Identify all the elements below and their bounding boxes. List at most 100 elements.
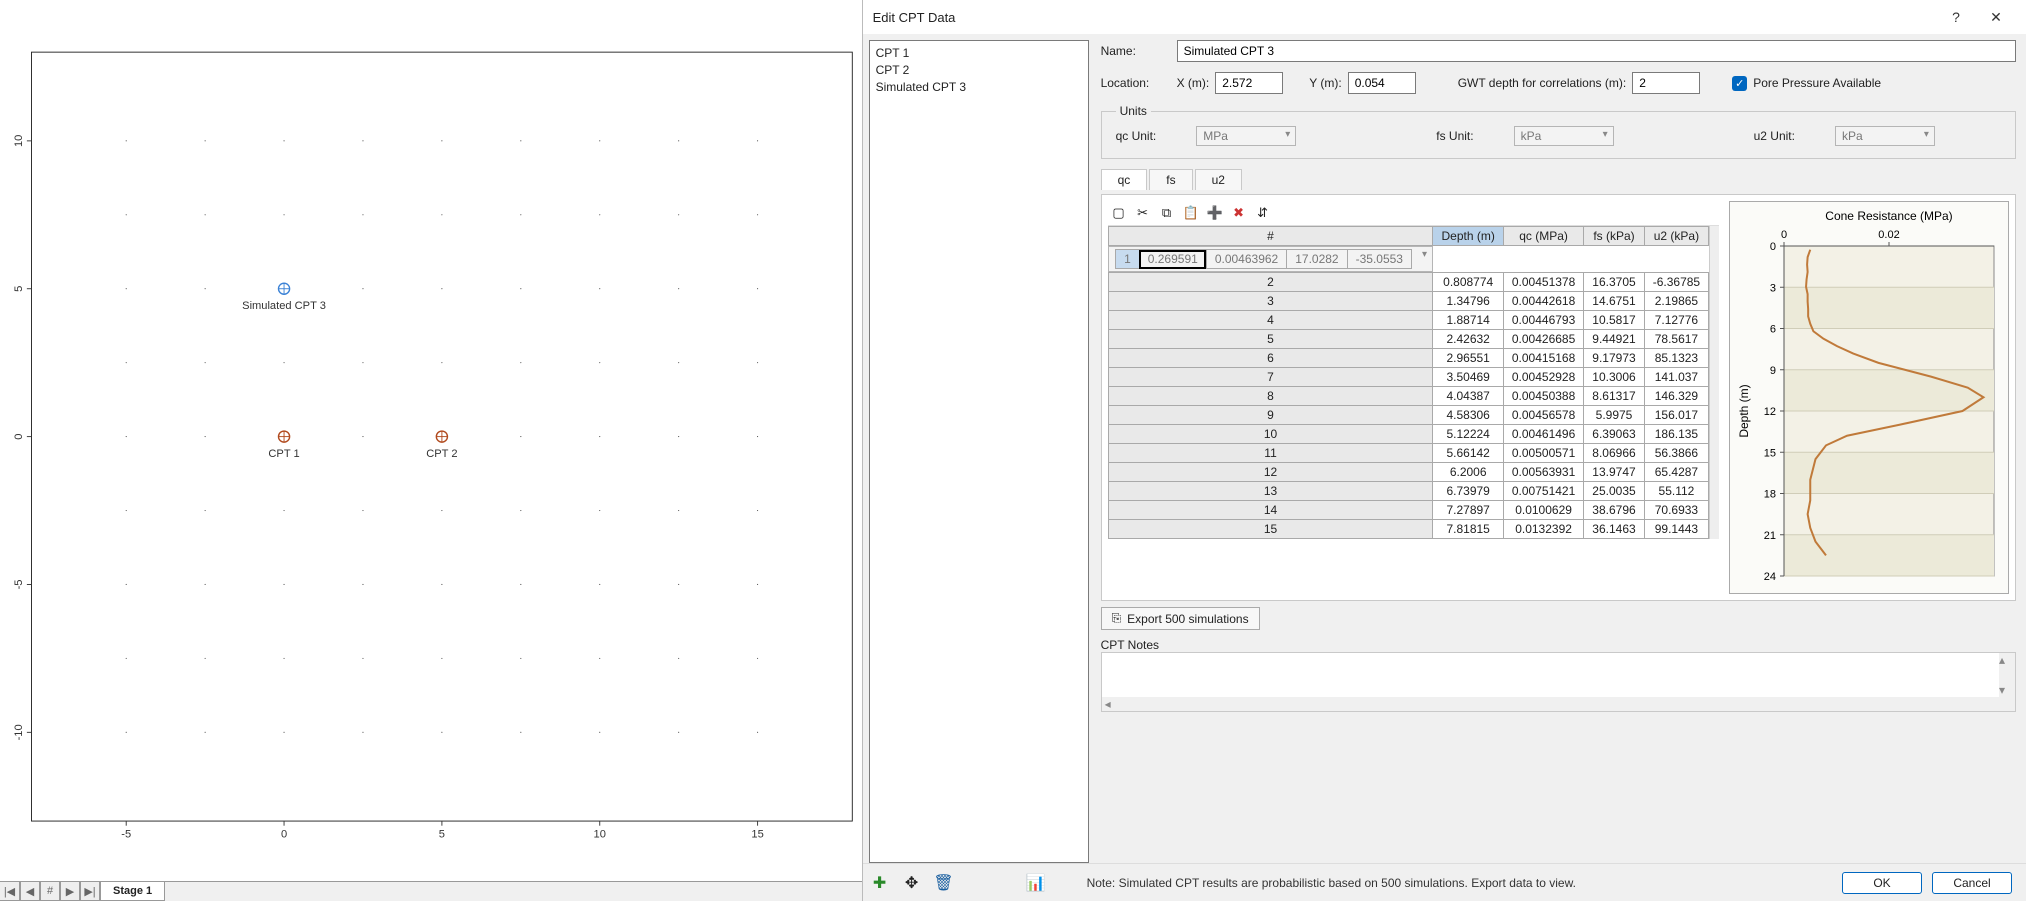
svg-text:0: 0 — [1781, 229, 1787, 241]
cancel-button[interactable]: Cancel — [1932, 872, 2012, 894]
tab-fs[interactable]: fs — [1149, 169, 1192, 190]
x-label: X (m): — [1177, 76, 1210, 90]
chart-icon[interactable]: 📊 — [1025, 873, 1047, 893]
stage-prev-button[interactable]: ◀ — [20, 882, 40, 901]
svg-text:0.02: 0.02 — [1878, 229, 1899, 241]
svg-text:24: 24 — [1764, 571, 1776, 583]
table-row[interactable]: 62.965510.004151689.1797385.1323 — [1108, 349, 1709, 368]
tab-u2[interactable]: u2 — [1195, 169, 1242, 190]
table-row[interactable]: 115.661420.005005718.0696656.3866 — [1108, 444, 1709, 463]
table-row[interactable]: 157.818150.013239236.146399.1443 — [1108, 520, 1709, 539]
dialog-footer: ✚ ✥ 🗑 📊 Note: Simulated CPT results are … — [863, 863, 2026, 901]
copy-icon[interactable]: ⧉ — [1158, 204, 1176, 222]
units-group: Units qc Unit: MPa fs Unit: kPa u2 Unit:… — [1101, 104, 2016, 159]
fs-unit-select[interactable]: kPa — [1514, 126, 1614, 146]
cpt-list[interactable]: CPT 1CPT 2Simulated CPT 3 — [869, 40, 1089, 863]
cut-icon[interactable]: ✂ — [1134, 204, 1152, 222]
stage-first-button[interactable]: |◀ — [0, 882, 20, 901]
edit-cpt-dialog: Edit CPT Data ? ✕ CPT 1CPT 2Simulated CP… — [863, 0, 2026, 901]
cpt-list-item[interactable]: CPT 2 — [876, 62, 1082, 79]
x-input[interactable] — [1215, 72, 1283, 94]
cpt-list-item[interactable]: Simulated CPT 3 — [876, 79, 1082, 96]
help-button[interactable]: ? — [1936, 3, 1976, 31]
stage-tab-1[interactable]: Stage 1 — [100, 882, 165, 901]
table-row[interactable]: 136.739790.0075142125.003555.112 — [1108, 482, 1709, 501]
cone-resistance-chart: 0369121518212400.02Cone Resistance (MPa)… — [1729, 201, 2009, 594]
svg-text:-10: -10 — [13, 724, 25, 740]
table-row[interactable]: 52.426320.004266859.4492178.5617 — [1108, 330, 1709, 349]
export-label: Export 500 simulations — [1127, 612, 1248, 626]
table-row[interactable]: 84.043870.004503888.61317146.329 — [1108, 387, 1709, 406]
export-simulations-button[interactable]: ⎘ Export 500 simulations — [1101, 607, 1260, 630]
table-row[interactable]: 10.2695910.0046396217.0282-35.0553 — [1108, 246, 1433, 272]
units-legend: Units — [1116, 104, 1151, 118]
table-row[interactable]: 20.8087740.0045137816.3705-6.36785 — [1108, 273, 1709, 292]
qc-unit-label: qc Unit: — [1116, 129, 1157, 143]
svg-text:0: 0 — [1770, 241, 1776, 253]
select-icon[interactable]: ▢ — [1110, 204, 1128, 222]
table-row[interactable]: 105.122240.004614966.39063186.135 — [1108, 425, 1709, 444]
cpt-list-item[interactable]: CPT 1 — [876, 45, 1082, 62]
svg-text:CPT 2: CPT 2 — [426, 448, 457, 460]
svg-text:Simulated CPT 3: Simulated CPT 3 — [242, 300, 326, 312]
paste-icon[interactable]: 📋 — [1182, 204, 1200, 222]
y-label: Y (m): — [1309, 76, 1341, 90]
svg-text:-5: -5 — [121, 829, 131, 841]
plan-view-pane: -5051015-10-50510CPT 1CPT 2Simulated CPT… — [0, 0, 863, 901]
svg-text:9: 9 — [1770, 365, 1776, 377]
delete-row-icon[interactable]: ✖ — [1230, 204, 1248, 222]
svg-text:10: 10 — [594, 829, 606, 841]
svg-text:15: 15 — [1764, 447, 1776, 459]
gwt-label: GWT depth for correlations (m): — [1458, 76, 1627, 90]
dialog-title: Edit CPT Data — [873, 10, 956, 25]
svg-text:10: 10 — [13, 135, 25, 147]
move-cpt-icon[interactable]: ✥ — [901, 873, 923, 893]
delete-cpt-icon[interactable]: 🗑 — [933, 873, 955, 893]
svg-text:6: 6 — [1770, 324, 1776, 336]
insert-row-icon[interactable]: ➕ — [1206, 204, 1224, 222]
grid-toolbar: ▢ ✂ ⧉ 📋 ➕ ✖ ⇵ — [1108, 201, 1719, 226]
stage-tab-bar: |◀ ◀ # ▶ ▶| Stage 1 — [0, 881, 862, 901]
table-row[interactable]: 147.278970.010062938.679670.6933 — [1108, 501, 1709, 520]
table-row[interactable]: 73.504690.0045292810.3006141.037 — [1108, 368, 1709, 387]
gwt-input[interactable] — [1632, 72, 1700, 94]
pore-pressure-label: Pore Pressure Available — [1753, 76, 1881, 90]
close-button[interactable]: ✕ — [1976, 3, 2016, 31]
svg-text:5: 5 — [439, 829, 445, 841]
export-icon: ⎘ — [1112, 611, 1122, 626]
cpt-notes-label: CPT Notes — [1101, 638, 2016, 652]
table-row[interactable]: 126.20060.0056393113.974765.4287 — [1108, 463, 1709, 482]
svg-text:CPT 1: CPT 1 — [268, 448, 299, 460]
data-and-chart-panel: ▢ ✂ ⧉ 📋 ➕ ✖ ⇵ #Depth (m)qc (MPa)fs (kPa)… — [1101, 194, 2016, 601]
u2-unit-select[interactable]: kPa — [1835, 126, 1935, 146]
qc-unit-select[interactable]: MPa — [1196, 126, 1296, 146]
svg-text:15: 15 — [751, 829, 763, 841]
stage-next-button[interactable]: ▶ — [60, 882, 80, 901]
table-row[interactable]: 31.347960.0044261814.67512.19865 — [1108, 292, 1709, 311]
svg-text:Cone Resistance (MPa): Cone Resistance (MPa) — [1825, 209, 1952, 223]
fs-unit-label: fs Unit: — [1436, 129, 1473, 143]
ok-button[interactable]: OK — [1842, 872, 1922, 894]
table-row[interactable]: 41.887140.0044679310.58177.12776 — [1108, 311, 1709, 330]
table-row[interactable]: 94.583060.004565785.9975156.017 — [1108, 406, 1709, 425]
y-input[interactable] — [1348, 72, 1416, 94]
grid-scrollbar[interactable] — [1709, 226, 1719, 539]
u2-unit-label: u2 Unit: — [1754, 129, 1795, 143]
tab-qc[interactable]: qc — [1101, 169, 1148, 190]
pore-pressure-checkbox[interactable]: ✓ — [1732, 76, 1747, 91]
cpt-notes-textarea[interactable]: ▴▾ ◂ — [1101, 652, 2016, 712]
svg-text:18: 18 — [1764, 489, 1776, 501]
cpt-data-grid[interactable]: #Depth (m)qc (MPa)fs (kPa)u2 (kPa)10.269… — [1108, 226, 1710, 539]
stage-new-button[interactable]: # — [40, 882, 60, 901]
dialog-titlebar: Edit CPT Data ? ✕ — [863, 0, 2026, 34]
svg-text:12: 12 — [1764, 406, 1776, 418]
location-label: Location: — [1101, 76, 1171, 90]
svg-text:Depth (m): Depth (m) — [1737, 384, 1751, 437]
svg-text:-5: -5 — [13, 580, 25, 590]
plan-plot[interactable]: -5051015-10-50510CPT 1CPT 2Simulated CPT… — [0, 0, 862, 901]
sort-icon[interactable]: ⇵ — [1254, 204, 1272, 222]
name-input[interactable] — [1177, 40, 2016, 62]
stage-last-button[interactable]: ▶| — [80, 882, 100, 901]
add-cpt-icon[interactable]: ✚ — [869, 873, 891, 893]
svg-text:0: 0 — [13, 434, 25, 440]
